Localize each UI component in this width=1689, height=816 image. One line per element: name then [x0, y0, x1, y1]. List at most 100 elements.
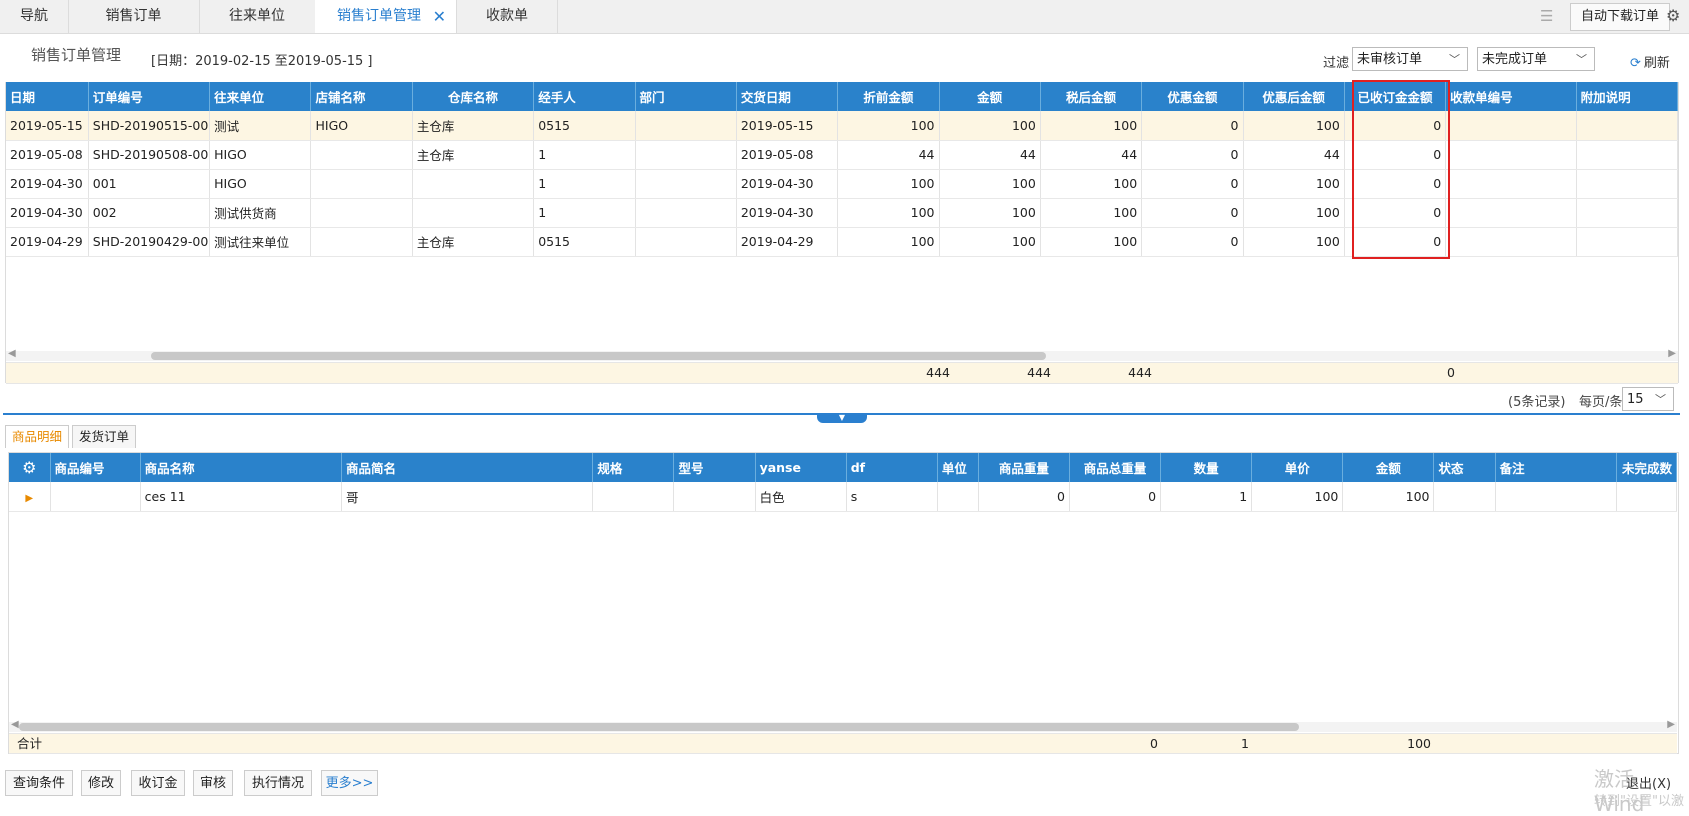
totals-label: 合计	[16, 736, 42, 751]
col-qty[interactable]: 数量	[1160, 453, 1253, 482]
table-row[interactable]: ▶ ces 11 哥 白色 s 0 0 1 100 100	[9, 482, 1678, 512]
per-page-select[interactable]: 15 ﹀	[1622, 387, 1674, 411]
col-receipt-no[interactable]: 收款单编号	[1445, 82, 1577, 111]
collapse-handle[interactable]: ▼	[817, 413, 867, 423]
cell-partner: HIGO	[209, 169, 312, 199]
approve-button[interactable]: 审核	[193, 770, 233, 796]
scroll-right-icon[interactable]: ▶	[1667, 719, 1675, 730]
table-row[interactable]: 2019-05-15 SHD-20190515-001 测试 HIGO 主仓库 …	[6, 111, 1679, 141]
col-item-name[interactable]: 商品名称	[140, 453, 342, 482]
cell-delivery-date: 2019-04-29	[736, 227, 839, 257]
cell-handler: 0515	[533, 111, 636, 141]
col-pre-discount[interactable]: 折前金额	[837, 82, 940, 111]
col-df[interactable]: df	[846, 453, 938, 482]
list-icon[interactable]: ☰	[1540, 7, 1553, 25]
col-store[interactable]: 店铺名称	[310, 82, 413, 111]
col-status[interactable]: 状态	[1433, 453, 1496, 482]
table-row[interactable]: 2019-04-29 SHD-20190429-001 测试往来单位 主仓库 0…	[6, 227, 1679, 257]
tab-receipt[interactable]: 收款单	[457, 0, 558, 33]
total-deposit: 0	[1447, 365, 1455, 380]
execution-status-button[interactable]: 执行情况	[244, 770, 312, 796]
col-remark[interactable]: 备注	[1495, 453, 1617, 482]
col-partner[interactable]: 往来单位	[209, 82, 312, 111]
col-warehouse[interactable]: 仓库名称	[412, 82, 535, 111]
gear-icon[interactable]: ⚙	[1666, 6, 1680, 25]
col-amount[interactable]: 金额	[939, 82, 1041, 111]
more-button[interactable]: 更多>>	[321, 770, 378, 796]
subtab-shipping-orders[interactable]: 发货订单	[72, 425, 137, 448]
cell-pre-discount: 100	[837, 227, 940, 257]
col-weight[interactable]: 商品重量	[978, 453, 1070, 482]
record-count: (5条记录)	[1508, 395, 1566, 410]
details-horizontal-scrollbar[interactable]: ◀ ▶	[9, 719, 1677, 732]
col-unit[interactable]: 单位	[937, 453, 979, 482]
scroll-left-icon[interactable]: ◀	[8, 348, 16, 359]
table-row[interactable]: 2019-04-30 001 HIGO 1 2019-04-30 100 100…	[6, 169, 1679, 199]
cell-total-weight: 0	[1069, 482, 1162, 512]
col-unfinished[interactable]: 未完成数	[1616, 453, 1678, 482]
cell-receipt-no	[1445, 198, 1577, 228]
refresh-button[interactable]: ⟳ 刷新	[1630, 52, 1670, 71]
table-row[interactable]: 2019-04-30 002 测试供货商 1 2019-04-30 100 10…	[6, 198, 1679, 228]
col-discount[interactable]: 优惠金额	[1141, 82, 1244, 111]
filter-review-select[interactable]: 未审核订单 ﹀	[1352, 47, 1468, 71]
col-yanse[interactable]: yanse	[755, 453, 847, 482]
refresh-label: 刷新	[1643, 56, 1670, 71]
cell-after-discount: 100	[1243, 227, 1345, 257]
cell-delivery-date: 2019-04-30	[736, 198, 839, 228]
col-handler[interactable]: 经手人	[533, 82, 636, 111]
cell-remark	[1495, 482, 1617, 512]
cell-item-short-name: 哥	[341, 482, 594, 512]
cell-discount: 0	[1141, 140, 1244, 170]
orders-horizontal-scrollbar[interactable]: ◀ ▶	[6, 348, 1678, 361]
col-after-tax[interactable]: 税后金额	[1040, 82, 1143, 111]
cell-pre-discount: 100	[837, 198, 940, 228]
tab-partners-label: 往来单位	[229, 8, 285, 24]
cell-amount: 100	[939, 111, 1041, 141]
cell-handler: 1	[533, 140, 636, 170]
filter-complete-select[interactable]: 未完成订单 ﹀	[1477, 47, 1595, 71]
col-amount[interactable]: 金额	[1342, 453, 1435, 482]
col-delivery-date[interactable]: 交货日期	[736, 82, 839, 111]
col-spec[interactable]: 规格	[592, 453, 675, 482]
cell-warehouse: 主仓库	[412, 227, 535, 257]
cell-store	[310, 227, 413, 257]
table-row[interactable]: 2019-05-08 SHD-20190508-001 HIGO 主仓库 1 2…	[6, 140, 1679, 170]
tab-partners[interactable]: 往来单位	[199, 0, 316, 33]
tab-sales-order[interactable]: 销售订单	[68, 0, 200, 33]
query-conditions-button[interactable]: 查询条件	[5, 770, 73, 796]
tab-sales-order-mgmt-label: 销售订单管理	[337, 8, 421, 24]
col-note[interactable]: 附加说明	[1576, 82, 1679, 111]
close-icon[interactable]: ✕	[433, 0, 446, 33]
col-model[interactable]: 型号	[673, 453, 756, 482]
edit-button[interactable]: 修改	[81, 770, 121, 796]
cell-discount: 0	[1141, 198, 1244, 228]
grid-settings-button[interactable]: ⚙	[9, 453, 51, 482]
scroll-right-icon[interactable]: ▶	[1668, 348, 1676, 359]
scroll-left-icon[interactable]: ◀	[11, 719, 19, 730]
collect-deposit-button[interactable]: 收订金	[131, 770, 185, 796]
col-item-code[interactable]: 商品编号	[50, 453, 141, 482]
cell-dept	[635, 111, 737, 141]
orders-table: 日期 订单编号 往来单位 店铺名称 仓库名称 经手人 部门 交货日期 折前金额 …	[6, 82, 1679, 257]
subtab-shipping-orders-label: 发货订单	[79, 429, 130, 444]
col-after-discount[interactable]: 优惠后金额	[1243, 82, 1345, 111]
auto-download-button[interactable]: 自动下载订单	[1570, 3, 1670, 31]
scrollbar-thumb[interactable]	[151, 352, 1046, 360]
subtab-item-details[interactable]: 商品明细	[5, 425, 70, 448]
col-item-short-name[interactable]: 商品简名	[341, 453, 594, 482]
tab-nav[interactable]: 导航	[0, 0, 69, 33]
col-order-no[interactable]: 订单编号	[88, 82, 211, 111]
cell-handler: 1	[533, 198, 636, 228]
col-deposit-received[interactable]: 已收订金金额	[1344, 82, 1447, 111]
cell-note	[1576, 227, 1679, 257]
exit-button[interactable]: 退出(X)	[1626, 773, 1671, 792]
col-total-weight[interactable]: 商品总重量	[1069, 453, 1162, 482]
scrollbar-thumb[interactable]	[19, 723, 1299, 731]
col-dept[interactable]: 部门	[635, 82, 737, 111]
orders-totals-row: 444 444 444 0	[6, 362, 1678, 384]
col-date[interactable]: 日期	[6, 82, 89, 111]
row-indicator: ▶	[9, 482, 51, 512]
tab-sales-order-mgmt[interactable]: 销售订单管理 ✕	[315, 0, 457, 33]
col-unit-price[interactable]: 单价	[1251, 453, 1344, 482]
